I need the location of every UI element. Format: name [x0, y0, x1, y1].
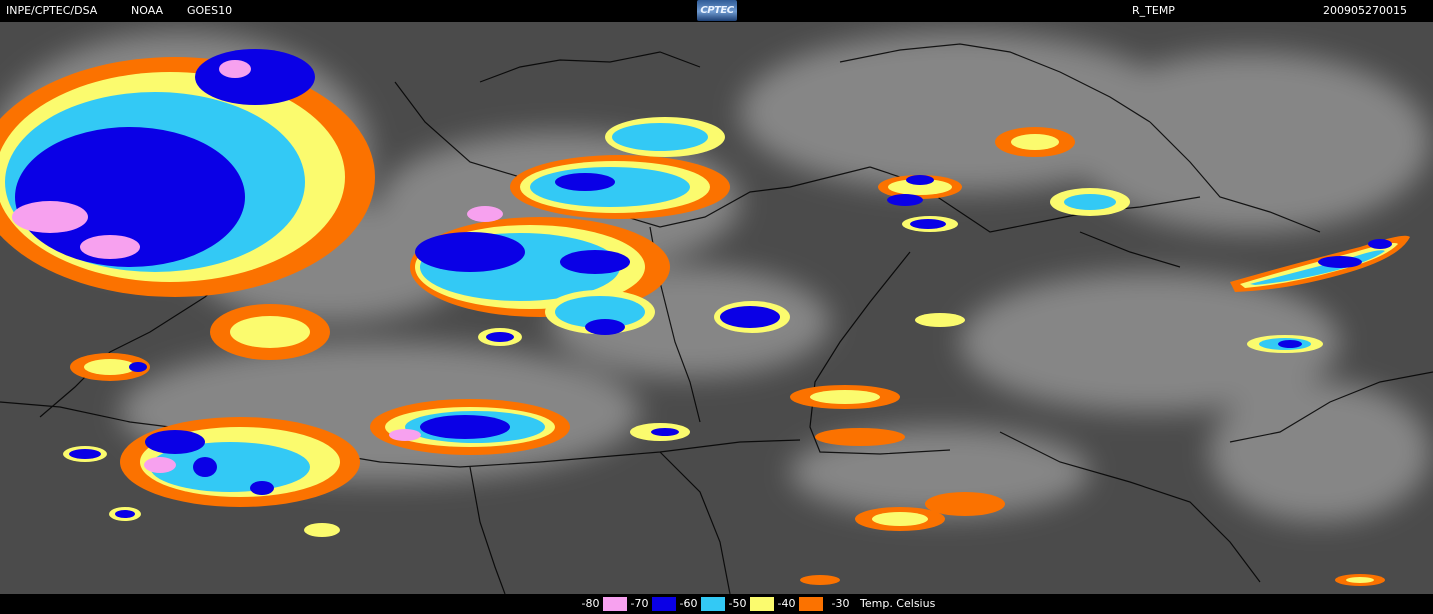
legend-value: -30 — [828, 597, 853, 611]
legend-swatch — [603, 597, 627, 611]
product-label: R_TEMP — [1132, 4, 1175, 17]
legend-swatch — [799, 597, 823, 611]
legend-swatch — [652, 597, 676, 611]
legend-value: -60 — [676, 597, 701, 611]
temperature-legend: -80 -70 -60 -50 -40 -30 Temp. Celsius — [0, 594, 1433, 614]
source-label: INPE/CPTEC/DSA — [6, 4, 98, 17]
timestamp-label: 200905270015 — [1323, 4, 1407, 17]
legend-value: -50 — [725, 597, 750, 611]
legend-swatch — [750, 597, 774, 611]
infrared-satellite-map — [0, 22, 1433, 594]
satellite-label: GOES10 — [187, 4, 233, 17]
header-bar: INPE/CPTEC/DSA NOAA GOES10 CPTEC R_TEMP … — [0, 0, 1433, 22]
legend-unit-label: Temp. Celsius — [860, 597, 936, 610]
legend-value: -40 — [774, 597, 799, 611]
legend-value: -70 — [627, 597, 652, 611]
legend-swatch — [701, 597, 725, 611]
satellite-image-viewer: INPE/CPTEC/DSA NOAA GOES10 CPTEC R_TEMP … — [0, 0, 1433, 614]
legend-value: -80 — [578, 597, 603, 611]
cptec-logo: CPTEC — [697, 0, 737, 21]
agency-label: NOAA — [131, 4, 164, 17]
logo-text: CPTEC — [700, 4, 734, 16]
